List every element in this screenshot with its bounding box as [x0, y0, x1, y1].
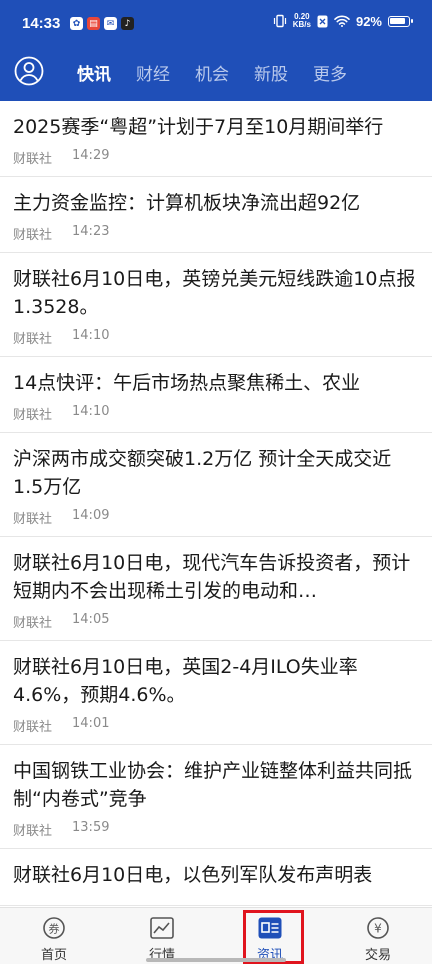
- bottom-tab-market[interactable]: 行情: [108, 908, 216, 964]
- bottom-tab-home[interactable]: 券 首页: [0, 908, 108, 964]
- news-time: 14:23: [72, 224, 110, 239]
- news-item[interactable]: 财联社6月10日电，英镑兑美元短线跌逾10点报1.3528。 财联社 14:10: [0, 253, 432, 357]
- news-item[interactable]: 沪深两市成交额突破1.2万亿 预计全天成交近1.5万亿 财联社 14:09: [0, 433, 432, 537]
- no-sim-icon: [317, 15, 328, 27]
- news-source: 财联社: [13, 332, 53, 347]
- news-icon: [258, 917, 282, 939]
- tiktok-icon: ♪: [121, 17, 134, 30]
- svg-text:券: 券: [49, 922, 60, 936]
- news-source: 财联社: [13, 512, 53, 527]
- market-chart-icon: [150, 917, 174, 939]
- home-indicator[interactable]: [146, 958, 286, 962]
- news-title: 中国钢铁工业协会：维护产业链整体利益共同抵制“内卷式”竞争: [13, 760, 413, 810]
- news-item[interactable]: 财联社6月10日电，现代汽车告诉投资者，预计短期内不会出现稀土引发的电动和… 财…: [0, 537, 432, 641]
- user-avatar-icon[interactable]: [14, 56, 44, 86]
- news-time: 14:01: [72, 716, 110, 731]
- news-source: 财联社: [13, 824, 53, 839]
- battery-level: 92%: [355, 13, 382, 29]
- app-header: 14:33 ✿ ▤ ✉ ♪ 0.20 KB/s 92% 快讯 财经 机会 新股 …: [0, 0, 432, 101]
- news-item[interactable]: 14点快评：午后市场热点聚焦稀土、农业 财联社 14:10: [0, 357, 432, 433]
- status-time: 14:33: [22, 15, 61, 32]
- news-time: 14:10: [72, 404, 110, 419]
- news-source: 财联社: [13, 152, 53, 167]
- tab-gengduo[interactable]: 更多: [313, 60, 347, 85]
- news-time: 14:09: [72, 508, 110, 523]
- news-item[interactable]: 2025赛季“粤超”计划于7月至10月期间举行 财联社 14:29: [0, 101, 432, 177]
- wifi-icon: [334, 15, 350, 27]
- news-list: 2025赛季“粤超”计划于7月至10月期间举行 财联社 14:29 主力资金监控：…: [0, 101, 432, 907]
- news-item[interactable]: 财联社6月10日电，英国2-4月ILO失业率4.6%，预期4.6%。 财联社 14…: [0, 641, 432, 745]
- news-title: 财联社6月10日电，以色列军队发布声明表: [13, 864, 373, 886]
- news-source: 财联社: [13, 616, 53, 631]
- vibrate-icon: [273, 14, 286, 28]
- bottom-tab-news[interactable]: 资讯: [216, 908, 324, 964]
- notification-app-icon: ✿: [70, 17, 83, 30]
- notification-icons: ✿ ▤ ✉ ♪: [70, 17, 134, 30]
- tab-jihui[interactable]: 机会: [195, 60, 229, 85]
- svg-text:¥: ¥: [374, 922, 382, 936]
- news-title: 14点快评：午后市场热点聚焦稀土、农业: [13, 372, 361, 394]
- news-time: 14:29: [72, 148, 110, 163]
- news-source: 财联社: [13, 408, 53, 423]
- news-title: 主力资金监控：计算机板块净流出超92亿: [13, 192, 361, 214]
- tab-xingu[interactable]: 新股: [254, 60, 288, 85]
- news-title: 财联社6月10日电，英镑兑美元短线跌逾10点报1.3528。: [13, 268, 416, 318]
- news-time: 14:05: [72, 612, 110, 627]
- category-tabs: 快讯 财经 机会 新股 更多: [77, 60, 347, 85]
- network-speed: 0.20 KB/s: [292, 12, 311, 29]
- status-right: 0.20 KB/s 92%: [273, 12, 413, 29]
- status-bar: 14:33 ✿ ▤ ✉ ♪ 0.20 KB/s 92%: [0, 0, 432, 48]
- home-coin-icon: 券: [43, 917, 65, 939]
- trade-yen-icon: ¥: [367, 917, 389, 939]
- top-nav: 快讯 财经 机会 新股 更多: [0, 52, 432, 94]
- news-item[interactable]: 财联社6月10日电，以色列军队发布声明表: [0, 849, 432, 906]
- news-item[interactable]: 中国钢铁工业协会：维护产业链整体利益共同抵制“内卷式”竞争 财联社 13:59: [0, 745, 432, 849]
- tab-kuaixun[interactable]: 快讯: [77, 60, 111, 85]
- bottom-tab-trade[interactable]: ¥ 交易: [324, 908, 432, 964]
- bottom-tab-label: 首页: [40, 948, 67, 963]
- news-app-icon: ▤: [87, 17, 100, 30]
- message-icon: ✉: [104, 17, 117, 30]
- news-title: 财联社6月10日电，现代汽车告诉投资者，预计短期内不会出现稀土引发的电动和…: [13, 552, 411, 602]
- news-title: 财联社6月10日电，英国2-4月ILO失业率4.6%，预期4.6%。: [13, 656, 358, 706]
- news-time: 14:10: [72, 328, 110, 343]
- news-source: 财联社: [13, 720, 53, 735]
- battery-icon: [388, 15, 413, 27]
- news-source: 财联社: [13, 228, 53, 243]
- news-title: 2025赛季“粤超”计划于7月至10月期间举行: [13, 116, 384, 138]
- news-title: 沪深两市成交额突破1.2万亿 预计全天成交近1.5万亿: [13, 448, 392, 498]
- bottom-nav: 券 首页 行情 资讯 ¥ 交易: [0, 907, 432, 964]
- news-time: 13:59: [72, 820, 110, 835]
- news-item[interactable]: 主力资金监控：计算机板块净流出超92亿 财联社 14:23: [0, 177, 432, 253]
- tab-caijing[interactable]: 财经: [136, 60, 170, 85]
- bottom-tab-label: 交易: [364, 948, 391, 963]
